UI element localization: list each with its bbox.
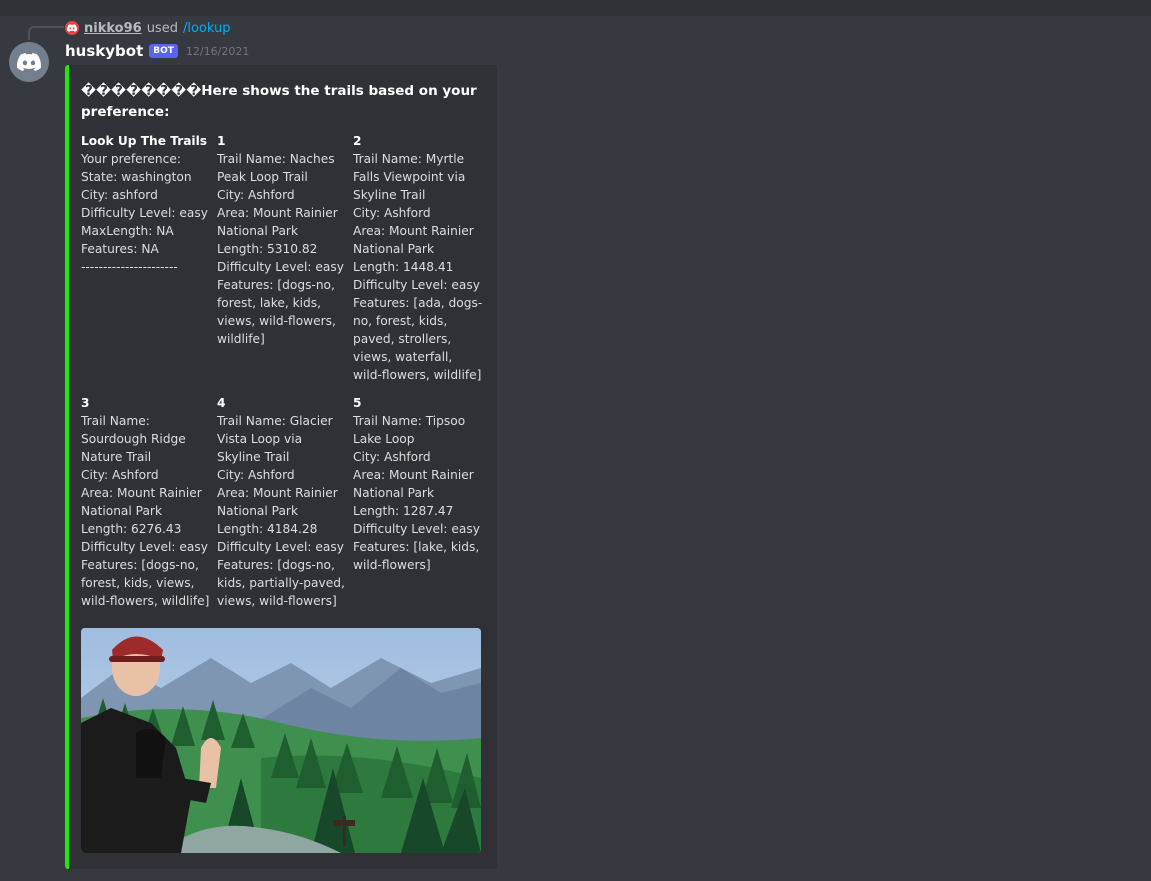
field-value: Trail Name: Tipsoo Lake Loop City: Ashfo…: [353, 414, 480, 572]
field-name: 2: [353, 134, 362, 148]
bot-tag: BOT: [149, 44, 178, 58]
embed-image-hiker-gif[interactable]: [81, 628, 481, 853]
field-name: 3: [81, 396, 90, 410]
embed-field-trail-1: 1 Trail Name: Naches Peak Loop Trail Cit…: [217, 132, 347, 348]
bot-avatar[interactable]: [9, 42, 49, 82]
top-bar: [0, 0, 1151, 16]
field-name: Look Up The Trails: [81, 134, 208, 148]
embed: ��������Here shows the trails based on y…: [65, 65, 497, 869]
message-header: huskybot BOT 12/16/2021: [65, 41, 249, 61]
embed-field-trail-3: 3 Trail Name: Sourdough Ridge Nature Tra…: [81, 394, 211, 610]
message-timestamp: 12/16/2021: [185, 44, 250, 58]
field-name: 4: [217, 396, 226, 410]
field-value: Trail Name: Myrtle Falls Viewpoint via S…: [353, 152, 483, 382]
field-name: 1: [217, 134, 226, 148]
reply-username[interactable]: nikko96: [84, 21, 142, 36]
reply-command[interactable]: /lookup: [183, 21, 231, 36]
author-username[interactable]: huskybot: [65, 42, 143, 60]
field-value: Trail Name: Sourdough Ridge Nature Trail…: [81, 414, 210, 608]
field-value: Your preference: State: washington City:…: [81, 152, 208, 274]
embed-field-trail-4: 4 Trail Name: Glacier Vista Loop via Sky…: [217, 394, 347, 610]
embed-field-trail-2: 2 Trail Name: Myrtle Falls Viewpoint via…: [353, 132, 483, 384]
reply-used-text: used: [146, 20, 178, 36]
discord-logo-icon: [17, 53, 41, 71]
command-reply[interactable]: nikko96 used /lookup: [65, 19, 230, 37]
field-value: Trail Name: Glacier Vista Loop via Skyli…: [217, 414, 345, 608]
field-name: 5: [353, 396, 362, 410]
reply-connector: [28, 26, 64, 40]
hiker-scene-illustration: [81, 628, 481, 853]
embed-title: ��������Here shows the trails based on y…: [81, 83, 477, 120]
reply-avatar-icon[interactable]: [65, 21, 79, 35]
field-value: Trail Name: Naches Peak Loop Trail City:…: [217, 152, 344, 346]
embed-field-lookup: Look Up The Trails Your preference: Stat…: [81, 132, 211, 276]
embed-field-trail-5: 5 Trail Name: Tipsoo Lake Loop City: Ash…: [353, 394, 483, 574]
